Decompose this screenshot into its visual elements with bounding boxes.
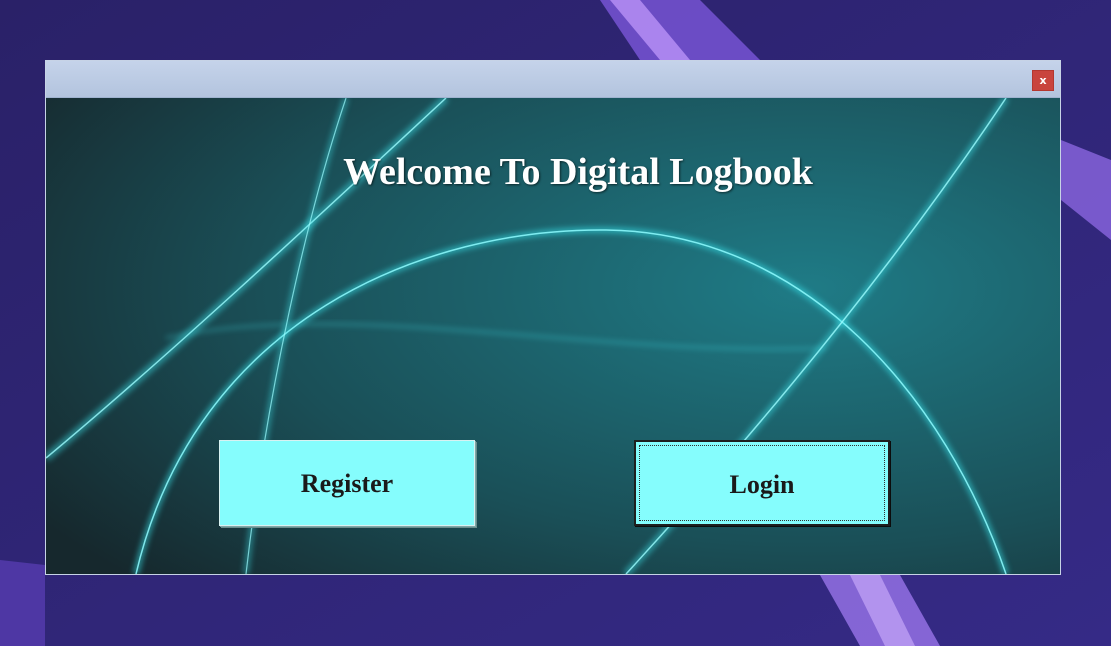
client-area: Welcome To Digital Logbook Register Logi…	[46, 98, 1060, 574]
close-button[interactable]: x	[1032, 70, 1054, 91]
focus-ring	[639, 445, 885, 521]
register-button-label: Register	[300, 469, 394, 498]
app-window: x Welcome To Digital Logbook Register Lo…	[45, 60, 1061, 575]
title-bar: x	[46, 61, 1060, 98]
register-button[interactable]: Register	[219, 440, 475, 526]
login-button[interactable]: Login	[634, 440, 890, 526]
welcome-title: Welcome To Digital Logbook	[343, 151, 813, 193]
